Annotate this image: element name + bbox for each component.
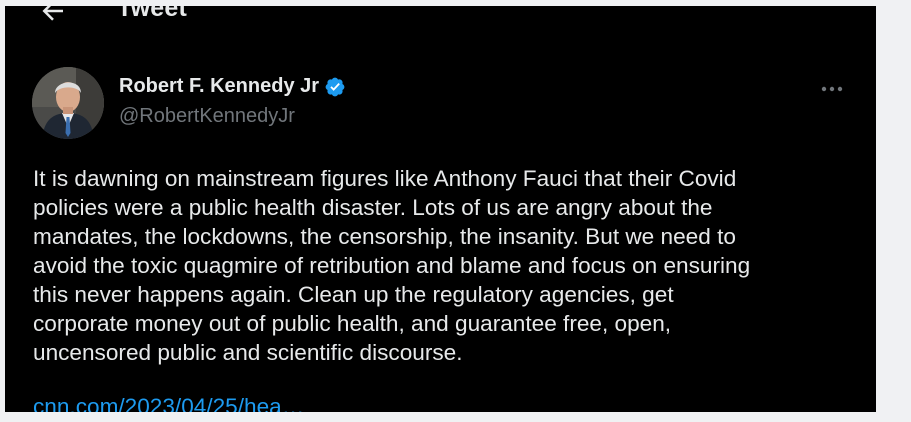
display-name[interactable]: Robert F. Kennedy Jr bbox=[119, 75, 319, 98]
avatar-image bbox=[32, 67, 104, 139]
author-handle[interactable]: @RobertKennedyJr bbox=[119, 105, 295, 128]
author-name-row[interactable]: Robert F. Kennedy Jr bbox=[119, 75, 346, 98]
tweet-text: It is dawning on mainstream figures like… bbox=[33, 166, 751, 365]
tweet-link[interactable]: cnn.com/2023/04/25/hea… bbox=[33, 392, 304, 412]
verified-badge-icon bbox=[325, 77, 345, 96]
avatar[interactable] bbox=[32, 67, 104, 139]
arrow-left-icon[interactable] bbox=[38, 6, 68, 26]
page-title: Tweet bbox=[117, 6, 187, 22]
more-horizontal-icon[interactable] bbox=[818, 79, 846, 99]
tweet-panel: Tweet Robert F. Kennedy Jr @RobertKenned… bbox=[5, 6, 876, 412]
screenshot-frame: Tweet Robert F. Kennedy Jr @RobertKenned… bbox=[0, 0, 911, 422]
